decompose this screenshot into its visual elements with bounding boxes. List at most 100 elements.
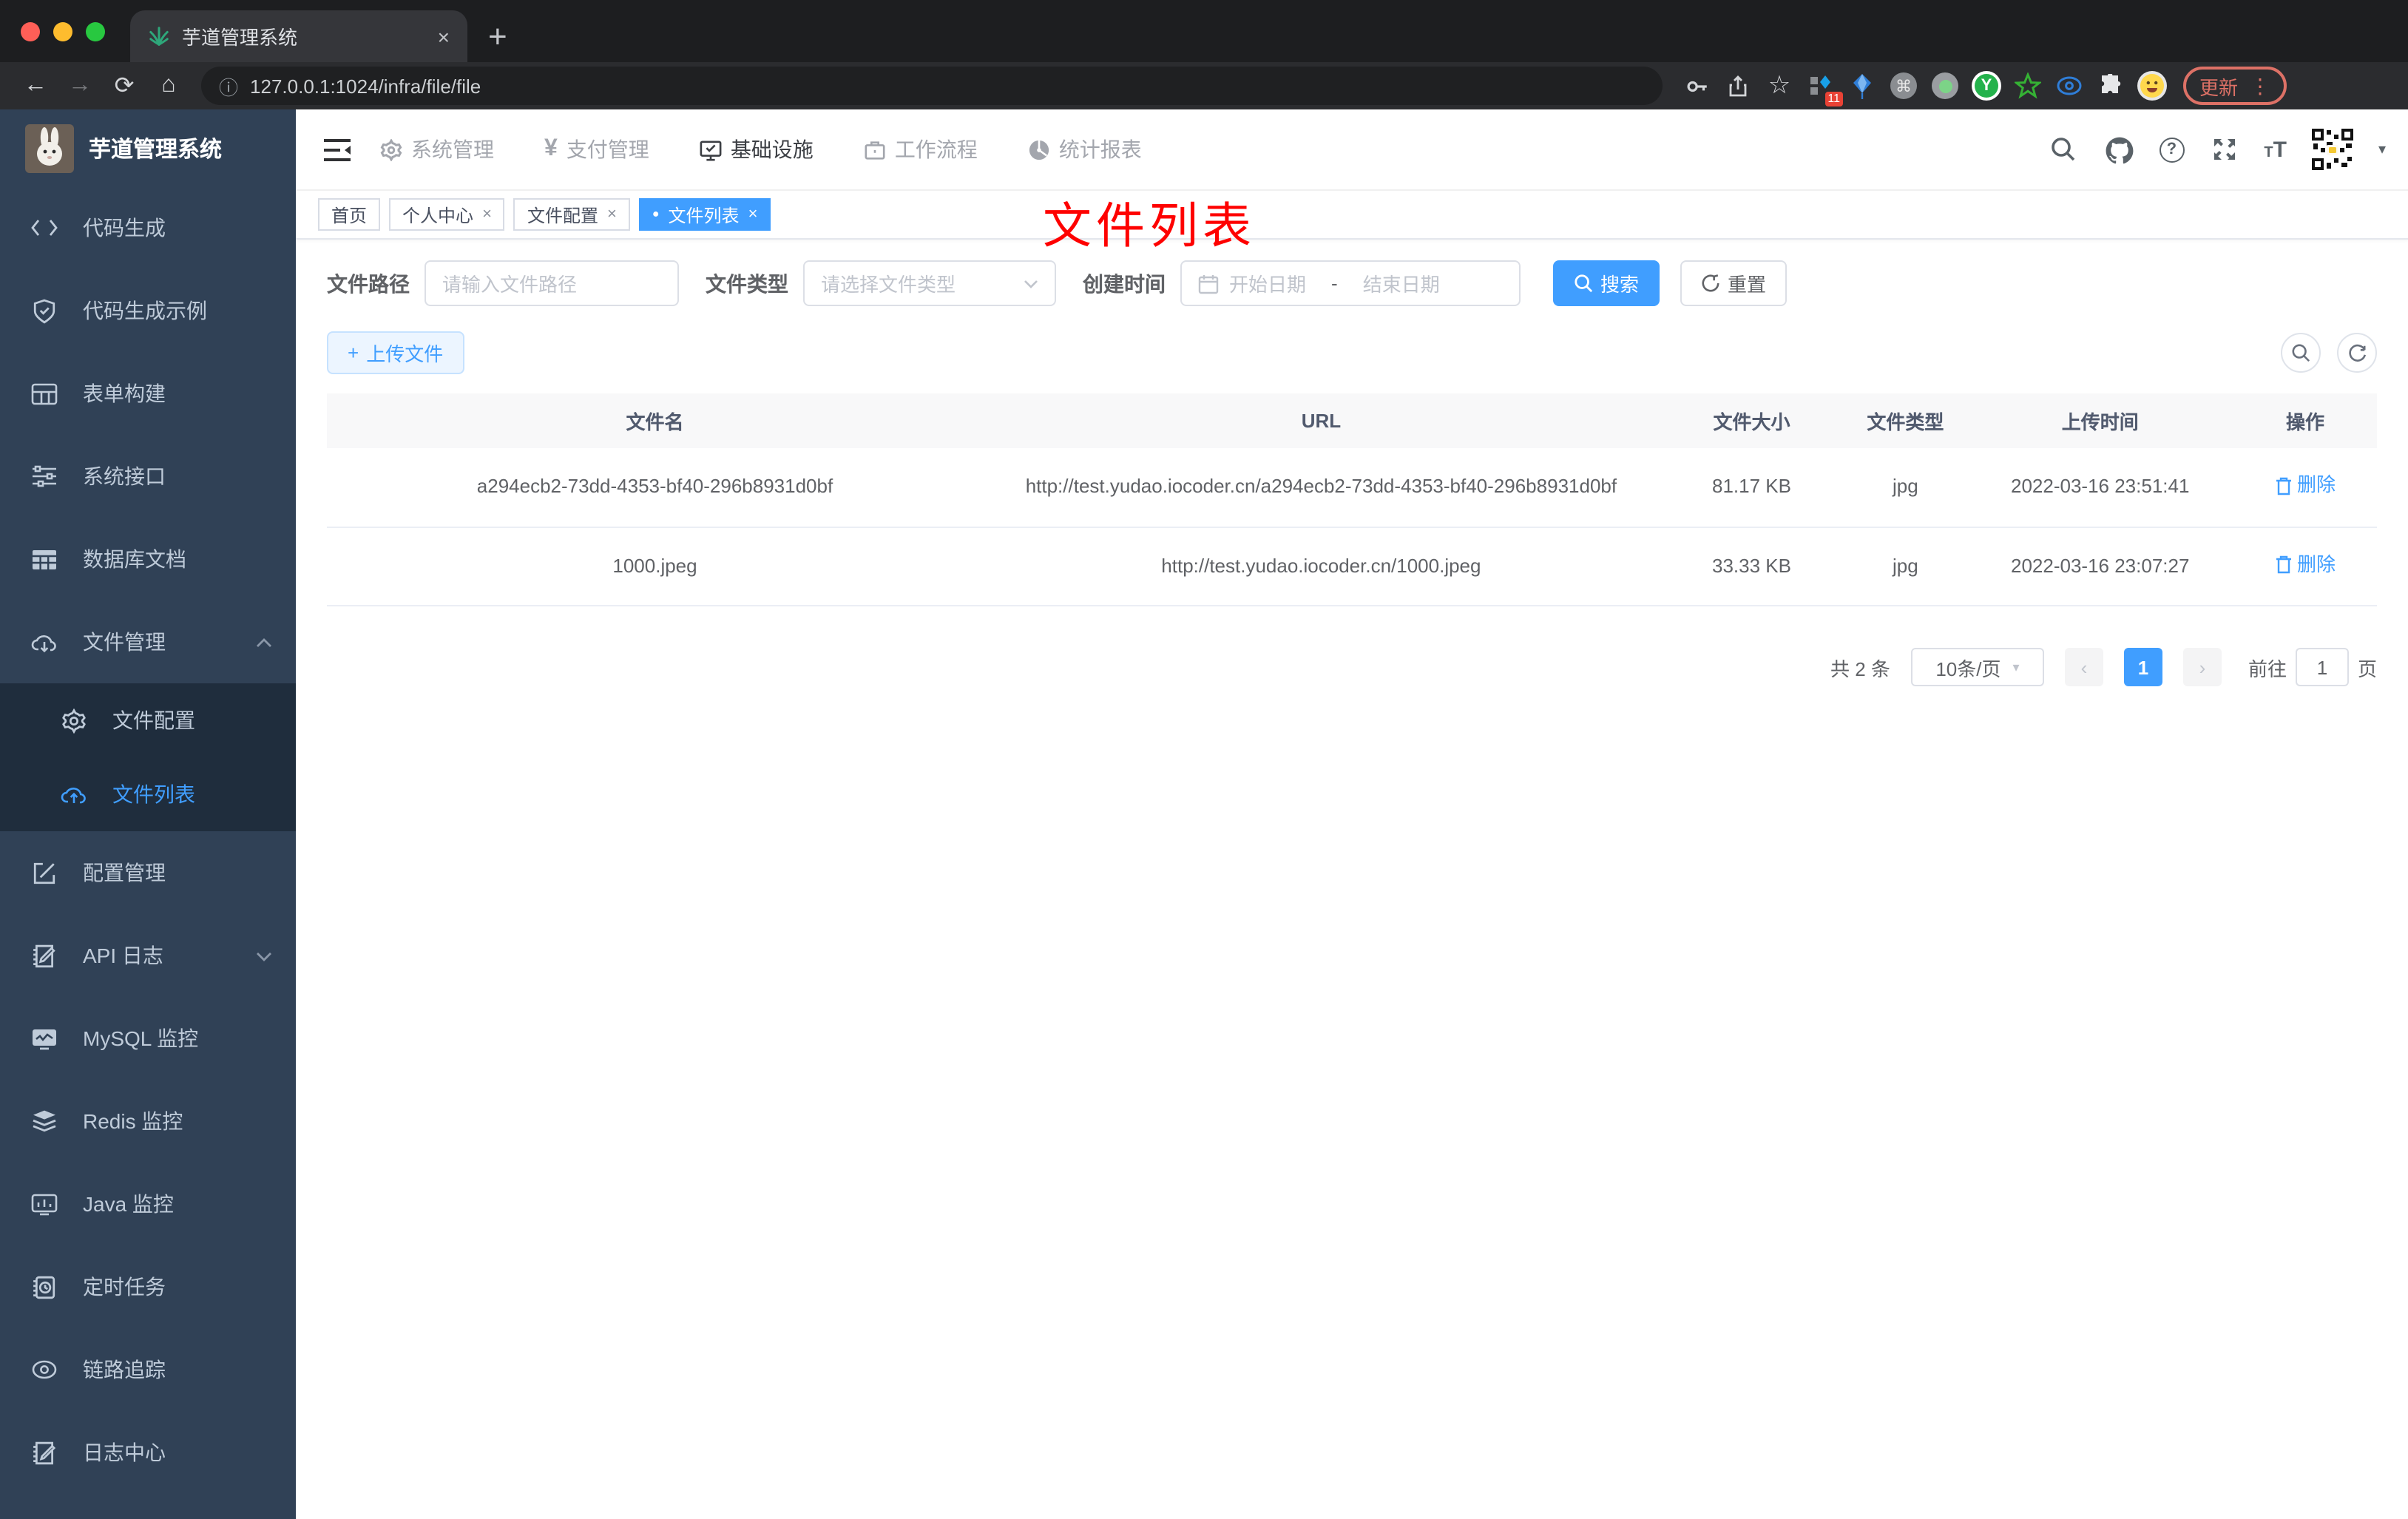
cell-actions: 删除	[2233, 527, 2377, 606]
eye-icon	[32, 1360, 57, 1379]
maximize-window-button[interactable]	[86, 22, 105, 41]
tag-file-config[interactable]: 文件配置 ×	[513, 198, 630, 231]
y-extension-icon[interactable]: Y	[1967, 67, 2006, 105]
close-window-button[interactable]	[21, 22, 40, 41]
extension-badge: 11	[1824, 92, 1843, 106]
reset-button[interactable]: 重置	[1680, 260, 1788, 306]
close-icon[interactable]: ×	[748, 206, 758, 223]
browser-tab[interactable]: 芋道管理系统 ×	[130, 10, 467, 62]
star-extension-icon[interactable]	[2009, 67, 2047, 105]
recorder-extension-icon[interactable]	[1926, 67, 1964, 105]
extensions-puzzle-icon[interactable]	[2091, 67, 2130, 105]
sidebar-item-api-log[interactable]: API 日志	[0, 914, 296, 997]
sidebar-item-code-example[interactable]: 代码生成示例	[0, 269, 296, 352]
sidebar-item-log-center[interactable]: 日志中心	[0, 1411, 296, 1494]
topnav-workflow[interactable]: 工作流程	[864, 135, 978, 164]
file-path-input[interactable]: 请输入文件路径	[425, 260, 679, 306]
dashboard-pie-icon	[1029, 139, 1049, 160]
search-icon[interactable]	[2046, 133, 2079, 166]
extension-sidebar-icon[interactable]: 11	[1802, 67, 1843, 106]
yen-icon: ¥	[544, 136, 558, 161]
url-bar[interactable]: ⓘ 127.0.0.1:1024/infra/file/file	[201, 67, 1663, 105]
search-button[interactable]: 搜索	[1553, 260, 1660, 306]
tag-profile[interactable]: 个人中心 ×	[389, 198, 505, 231]
tag-file-list[interactable]: ● 文件列表 ×	[638, 198, 771, 231]
fullscreen-icon[interactable]	[2208, 133, 2240, 166]
collapse-sidebar-button[interactable]	[318, 130, 356, 169]
home-button[interactable]: ⌂	[148, 67, 189, 105]
delete-button[interactable]: 删除	[2275, 469, 2336, 501]
start-date-placeholder: 开始日期	[1229, 274, 1307, 296]
show-search-toggle-button[interactable]	[2281, 333, 2321, 373]
sidebar-item-file-config[interactable]: 文件配置	[0, 683, 296, 757]
sidebar-item-mysql-monitor[interactable]: MySQL 监控	[0, 997, 296, 1080]
topnav-system-management[interactable]: 系统管理	[380, 135, 494, 164]
qr-avatar[interactable]	[2310, 127, 2355, 172]
browser-update-button[interactable]: 更新 ⋮	[2183, 67, 2287, 105]
topnav-reports[interactable]: 统计报表	[1028, 135, 1142, 164]
password-key-icon[interactable]	[1677, 67, 1716, 105]
sidebar-item-file-list[interactable]: 文件列表	[0, 757, 296, 831]
browser-menu-icon[interactable]: ⋮	[2250, 73, 2270, 98]
gear-icon	[380, 138, 402, 160]
sidebar-item-config-management[interactable]: 配置管理	[0, 831, 296, 914]
help-icon[interactable]: ?	[2159, 137, 2185, 162]
topnav-infrastructure[interactable]: 基础设施	[700, 135, 814, 164]
goto-suffix-label: 页	[2357, 657, 2377, 680]
back-button[interactable]: ←	[15, 67, 56, 105]
sidebar: 芋道管理系统 代码生成 代码生成示例 表单构建 系统接口 数据库文档 文件管理 …	[0, 109, 296, 1519]
document-edit-icon	[33, 944, 55, 967]
new-tab-button[interactable]: +	[488, 20, 507, 53]
sidebar-item-scheduled-tasks[interactable]: 定时任务	[0, 1245, 296, 1328]
tag-home[interactable]: 首页	[318, 198, 381, 231]
search-icon	[2292, 344, 2310, 362]
upload-file-button[interactable]: + 上传文件	[327, 331, 464, 374]
col-file-size: 文件大小	[1659, 393, 1844, 448]
chevron-down-icon	[1024, 280, 1038, 288]
next-page-button[interactable]: ›	[2182, 648, 2222, 686]
cloud-download-icon	[31, 635, 56, 652]
bookmark-star-icon[interactable]: ☆	[1760, 67, 1799, 105]
close-icon[interactable]: ×	[607, 206, 617, 223]
end-date-placeholder: 结束日期	[1362, 274, 1440, 296]
sidebar-item-tracing[interactable]: 链路追踪	[0, 1328, 296, 1411]
site-info-icon[interactable]: ⓘ	[219, 72, 238, 100]
user-menu-caret-icon[interactable]: ▾	[2378, 141, 2386, 158]
refresh-icon	[1702, 274, 1719, 292]
sidebar-item-code-generation[interactable]: 代码生成	[0, 186, 296, 269]
sidebar-item-redis-monitor[interactable]: Redis 监控	[0, 1080, 296, 1163]
tab-close-icon[interactable]: ×	[438, 24, 450, 48]
kite-extension-icon[interactable]	[1843, 67, 1881, 105]
command-extension-icon[interactable]: ⌘	[1884, 67, 1923, 105]
main-panel: 文件列表 系统管理 ¥ 支付管理 基础设施 工作流程 统计报表 ? TT ▾ 首…	[296, 109, 2408, 1519]
sidebar-item-file-management[interactable]: 文件管理	[0, 601, 296, 683]
goto-page-input[interactable]	[2295, 648, 2349, 686]
sidebar-item-java-monitor[interactable]: Java 监控	[0, 1163, 296, 1245]
prev-page-button[interactable]: ‹	[2064, 648, 2103, 686]
topnav-payment-management[interactable]: ¥ 支付管理	[544, 135, 649, 164]
sidebar-item-form-builder[interactable]: 表单构建	[0, 352, 296, 435]
page-size-select[interactable]: 10条/页 ▾	[1910, 648, 2044, 686]
trash-icon	[2276, 555, 2291, 574]
forward-button[interactable]: →	[59, 67, 101, 105]
sidebar-item-database-doc[interactable]: 数据库文档	[0, 518, 296, 601]
share-icon[interactable]	[1719, 67, 1757, 105]
minimize-window-button[interactable]	[53, 22, 72, 41]
tag-view-bar: 首页 个人中心 × 文件配置 × ● 文件列表 ×	[296, 191, 2408, 240]
col-upload-time: 上传时间	[1966, 393, 2233, 448]
file-type-select[interactable]: 请选择文件类型	[803, 260, 1056, 306]
font-size-icon[interactable]: TT	[2264, 137, 2287, 162]
delete-button[interactable]: 删除	[2275, 548, 2336, 581]
file-table: 文件名 URL 文件大小 文件类型 上传时间 操作 a294ecb2-73dd-…	[327, 393, 2377, 606]
sidebar-item-system-api[interactable]: 系统接口	[0, 435, 296, 518]
database-table-icon	[33, 549, 56, 569]
eye-extension-icon[interactable]	[2050, 67, 2089, 105]
reload-button[interactable]: ⟳	[104, 67, 145, 105]
page-number-button[interactable]: 1	[2123, 648, 2162, 686]
refresh-table-button[interactable]	[2337, 333, 2377, 373]
profile-avatar-icon[interactable]	[2133, 67, 2171, 105]
close-icon[interactable]: ×	[482, 206, 492, 223]
date-range-picker[interactable]: 开始日期 - 结束日期	[1180, 260, 1521, 306]
app-header: 系统管理 ¥ 支付管理 基础设施 工作流程 统计报表 ? TT ▾	[296, 109, 2408, 191]
github-icon[interactable]	[2103, 133, 2135, 166]
